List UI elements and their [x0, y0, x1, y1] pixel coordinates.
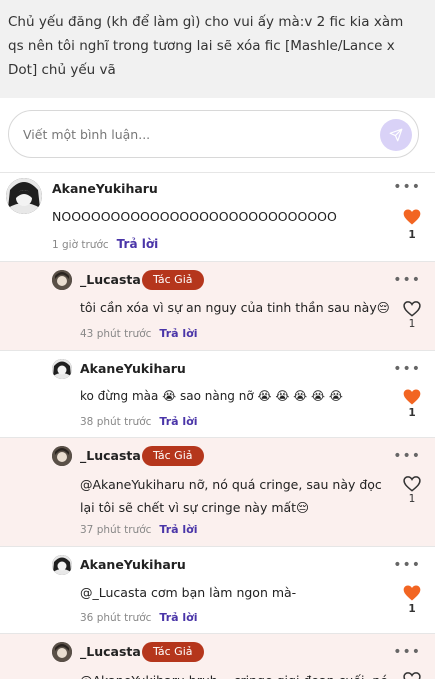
comment-text: tôi cần xóa vì sự an nguy của tinh thần …: [80, 300, 390, 315]
author-badge: Tác Giả: [142, 270, 204, 290]
comment-username[interactable]: AkaneYukiharu: [80, 361, 186, 376]
comment-item: AkaneYukiharu ••• NOOOOOOOOOOOOOOOOOOOOO…: [0, 173, 435, 261]
more-options-icon[interactable]: •••: [393, 557, 421, 573]
like-count: 1: [408, 603, 416, 615]
comment-box: [8, 110, 419, 158]
comment-text: @_Lucasta cơm bạn làm ngon mà-: [80, 585, 297, 600]
reply-item: _Lucasta Tác Giả ••• @AkaneYukiharu nỡ, …: [0, 438, 435, 546]
avatar[interactable]: [52, 270, 72, 290]
comment-username[interactable]: AkaneYukiharu: [52, 181, 158, 196]
avatar[interactable]: [52, 446, 72, 466]
more-options-icon[interactable]: •••: [393, 179, 421, 195]
reply-item: _Lucasta Tác Giả ••• tôi cần xóa vì sự a…: [0, 262, 435, 350]
send-icon: [389, 128, 403, 142]
heart-icon[interactable]: [402, 299, 422, 319]
comment-time: 1 giờ trước: [52, 239, 109, 251]
reply-item: AkaneYukiharu ••• ko đừng màa 😭 sao nàng…: [0, 351, 435, 437]
heart-icon[interactable]: [402, 474, 422, 494]
heart-icon[interactable]: [402, 583, 422, 603]
heart-icon[interactable]: [402, 387, 422, 407]
heart-icon[interactable]: [402, 207, 422, 227]
reply-item: AkaneYukiharu ••• @_Lucasta cơm bạn làm …: [0, 547, 435, 633]
like-count: 1: [408, 229, 416, 241]
avatar[interactable]: [52, 555, 72, 575]
author-badge: Tác Giả: [142, 642, 204, 662]
avatar[interactable]: [52, 642, 72, 662]
author-badge: Tác Giả: [142, 446, 204, 466]
reply-item: _Lucasta Tác Giả ••• @AkaneYukiharu bruh…: [0, 634, 435, 679]
comment-text-line: @AkaneYukiharu nỡ, nó quá cringe, sau nà…: [80, 477, 382, 492]
comment-username[interactable]: _Lucasta: [80, 644, 141, 659]
comment-text: ko đừng màa 😭 sao nàng nỡ 😭 😭 😭 😭 😭: [80, 389, 343, 403]
comment-time: 38 phút trước: [80, 416, 152, 428]
comment-meta: 43 phút trước Trả lời: [80, 327, 198, 340]
avatar[interactable]: [6, 178, 42, 214]
reply-button[interactable]: Trả lời: [159, 523, 197, 536]
more-options-icon[interactable]: •••: [393, 448, 421, 464]
comment-text: NOOOOOOOOOOOOOOOOOOOOOOOOOOOO: [52, 209, 337, 224]
reply-button[interactable]: Trả lời: [117, 237, 159, 251]
comment-username[interactable]: _Lucasta: [80, 448, 141, 463]
comment-meta: 37 phút trước Trả lời: [80, 523, 198, 536]
reply-button[interactable]: Trả lời: [159, 611, 197, 624]
send-button[interactable]: [380, 119, 412, 151]
comment-time: 43 phút trước: [80, 328, 152, 340]
more-options-icon[interactable]: •••: [393, 361, 421, 377]
comment-text: @AkaneYukiharu nỡ, nó quá cringe, sau nà…: [80, 473, 400, 519]
avatar[interactable]: [52, 359, 72, 379]
comment-username[interactable]: AkaneYukiharu: [80, 557, 186, 572]
comment-input[interactable]: [23, 123, 363, 145]
comment-username[interactable]: _Lucasta: [80, 272, 141, 287]
comment-time: 37 phút trước: [80, 524, 152, 536]
heart-icon[interactable]: [402, 670, 422, 679]
more-options-icon[interactable]: •••: [393, 644, 421, 660]
comment-meta: 36 phút trước Trả lời: [80, 611, 198, 624]
more-options-icon[interactable]: •••: [393, 272, 421, 288]
like-count: 1: [408, 493, 416, 505]
comment-meta: 38 phút trước Trả lời: [80, 415, 198, 428]
like-count: 1: [408, 318, 416, 330]
comment-time: 36 phút trước: [80, 612, 152, 624]
like-count: 1: [408, 407, 416, 419]
note-text: Chủ yếu đăng (kh để làm gì) cho vui ấy m…: [8, 14, 404, 78]
comment-text-line: lại tôi sẽ chết vì sự cringe này mất😔: [80, 500, 310, 515]
reply-button[interactable]: Trả lời: [159, 327, 197, 340]
story-note: Chủ yếu đăng (kh để làm gì) cho vui ấy m…: [0, 0, 435, 98]
comment-text: @AkaneYukiharu bruh... cringe gigi đoạn …: [80, 669, 390, 679]
reply-button[interactable]: Trả lời: [159, 415, 197, 428]
comment-meta: 1 giờ trước Trả lời: [52, 237, 158, 251]
